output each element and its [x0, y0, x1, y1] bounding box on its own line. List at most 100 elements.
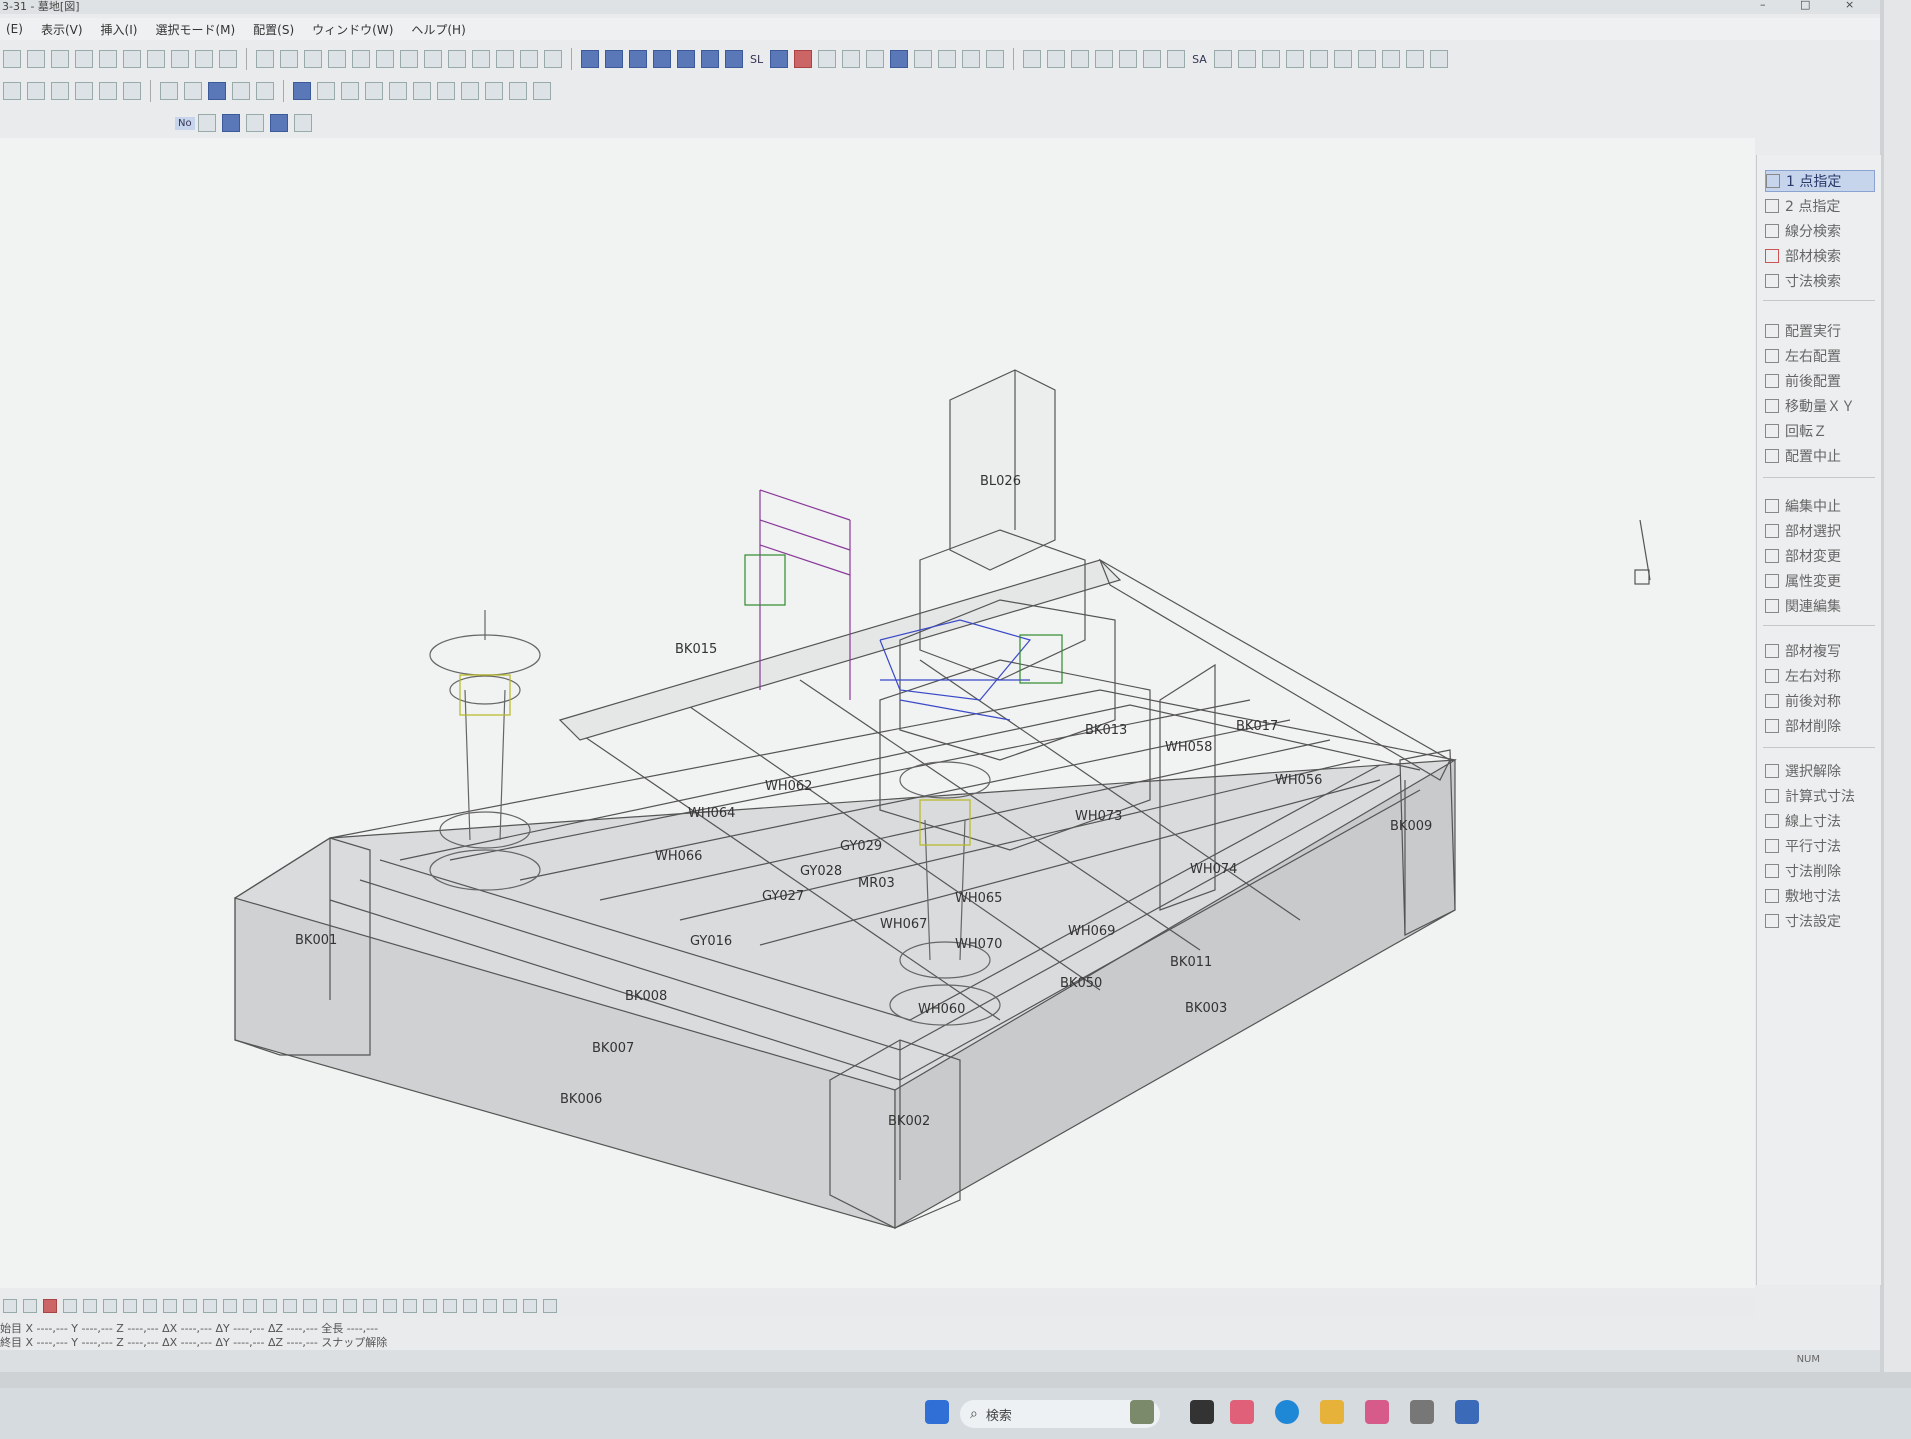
tool-button[interactable]	[1071, 50, 1090, 68]
tool-button[interactable]	[160, 82, 178, 100]
tool-button[interactable]	[256, 82, 274, 100]
tool-button[interactable]	[986, 50, 1005, 68]
two-point-button[interactable]: 2 点指定	[1765, 195, 1875, 217]
tool-button[interactable]	[304, 50, 322, 68]
tool-button[interactable]	[352, 50, 370, 68]
formula-dimension-button[interactable]: 計算式寸法	[1765, 785, 1875, 807]
tool-button[interactable]	[1047, 50, 1066, 68]
deselect-button[interactable]: 選択解除	[1765, 760, 1875, 782]
number-toggle-button[interactable]: No	[175, 116, 195, 130]
tool-button[interactable]	[400, 50, 418, 68]
tool-button[interactable]	[1333, 50, 1352, 68]
tool-button[interactable]	[43, 1299, 57, 1313]
tool-button[interactable]	[629, 50, 647, 68]
tool-button[interactable]	[221, 114, 240, 132]
tool-button[interactable]	[443, 1299, 457, 1313]
tool-button[interactable]	[376, 50, 394, 68]
tool-button[interactable]	[938, 50, 957, 68]
tool-button[interactable]	[653, 50, 671, 68]
tool-button[interactable]	[365, 82, 383, 100]
tool-button[interactable]	[520, 50, 538, 68]
tool-button[interactable]	[544, 50, 562, 68]
tool-button[interactable]	[83, 1299, 97, 1313]
tool-button[interactable]	[245, 114, 264, 132]
tool-button[interactable]	[1213, 50, 1232, 68]
tool-button[interactable]	[962, 50, 981, 68]
tool-button[interactable]	[818, 50, 837, 68]
tool-button[interactable]	[123, 50, 141, 68]
place-execute-button[interactable]: 配置実行	[1765, 320, 1875, 342]
app-icon[interactable]	[1230, 1400, 1254, 1424]
tool-button[interactable]	[51, 82, 69, 100]
sa-tool-label[interactable]: SA	[1192, 53, 1207, 66]
part-change-button[interactable]: 部材変更	[1765, 545, 1875, 567]
tool-button[interactable]	[219, 50, 237, 68]
left-right-place-button[interactable]: 左右配置	[1765, 345, 1875, 367]
part-copy-button[interactable]: 部材複写	[1765, 640, 1875, 662]
tool-button[interactable]	[147, 50, 165, 68]
menu-select-mode[interactable]: 選択モード(M)	[155, 21, 235, 38]
tool-button[interactable]	[208, 82, 226, 100]
tool-button[interactable]	[51, 50, 69, 68]
front-back-place-button[interactable]: 前後配置	[1765, 370, 1875, 392]
app-icon[interactable]	[1410, 1400, 1434, 1424]
tool-button[interactable]	[3, 50, 21, 68]
tool-button[interactable]	[63, 1299, 77, 1313]
part-select-button[interactable]: 部材選択	[1765, 520, 1875, 542]
tool-button[interactable]	[343, 1299, 357, 1313]
tool-button[interactable]	[293, 82, 311, 100]
tool-button[interactable]	[123, 1299, 137, 1313]
mirror-left-right-button[interactable]: 左右対称	[1765, 665, 1875, 687]
move-xy-button[interactable]: 移動量ＸＹ	[1765, 395, 1875, 417]
tool-button[interactable]	[171, 50, 189, 68]
tool-button[interactable]	[543, 1299, 557, 1313]
menu-help[interactable]: ヘルプ(H)	[411, 21, 465, 38]
tool-button[interactable]	[256, 50, 274, 68]
file-explorer-icon[interactable]	[1320, 1400, 1344, 1424]
tool-button[interactable]	[509, 82, 527, 100]
one-point-button[interactable]: 1 点指定	[1765, 170, 1875, 192]
close-button[interactable]: ×	[1845, 0, 1854, 11]
sl-tool-label[interactable]: SL	[750, 53, 763, 66]
tool-button[interactable]	[1261, 50, 1280, 68]
tool-button[interactable]	[3, 82, 21, 100]
windows-start-icon[interactable]	[925, 1400, 949, 1424]
tool-button[interactable]	[413, 82, 431, 100]
dimension-search-button[interactable]: 寸法検索	[1765, 270, 1875, 292]
tool-button[interactable]	[1429, 50, 1448, 68]
tool-button[interactable]	[341, 82, 359, 100]
tool-button[interactable]	[280, 50, 298, 68]
tool-button[interactable]	[523, 1299, 537, 1313]
tool-button[interactable]	[123, 82, 141, 100]
tool-button[interactable]	[725, 50, 743, 68]
dimension-settings-button[interactable]: 寸法設定	[1765, 910, 1875, 932]
tool-button[interactable]	[383, 1299, 397, 1313]
part-search-button[interactable]: 部材検索	[1765, 245, 1875, 267]
tool-button[interactable]	[1119, 50, 1138, 68]
tool-button[interactable]	[243, 1299, 257, 1313]
tool-button[interactable]	[461, 82, 479, 100]
edge-browser-icon[interactable]	[1275, 1400, 1299, 1424]
parallel-dimension-button[interactable]: 平行寸法	[1765, 835, 1875, 857]
tool-button[interactable]	[263, 1299, 277, 1313]
cad-app-icon[interactable]	[1455, 1400, 1479, 1424]
tool-button[interactable]	[283, 1299, 297, 1313]
tool-button[interactable]	[842, 50, 861, 68]
tool-button[interactable]	[1309, 50, 1328, 68]
tool-button[interactable]	[794, 50, 813, 68]
tool-button[interactable]	[1285, 50, 1304, 68]
line-dimension-button[interactable]: 線上寸法	[1765, 810, 1875, 832]
tool-button[interactable]	[483, 1299, 497, 1313]
tool-button[interactable]	[99, 82, 117, 100]
menu-insert[interactable]: 挿入(I)	[101, 21, 138, 38]
tool-button[interactable]	[770, 50, 789, 68]
tool-button[interactable]	[27, 50, 45, 68]
tool-button[interactable]	[303, 1299, 317, 1313]
menu-place[interactable]: 配置(S)	[253, 21, 294, 38]
tool-button[interactable]	[75, 50, 93, 68]
tool-button[interactable]	[424, 50, 442, 68]
line-search-button[interactable]: 線分検索	[1765, 220, 1875, 242]
attribute-change-button[interactable]: 属性変更	[1765, 570, 1875, 592]
tool-button[interactable]	[605, 50, 623, 68]
menu-view[interactable]: 表示(V)	[41, 21, 83, 38]
